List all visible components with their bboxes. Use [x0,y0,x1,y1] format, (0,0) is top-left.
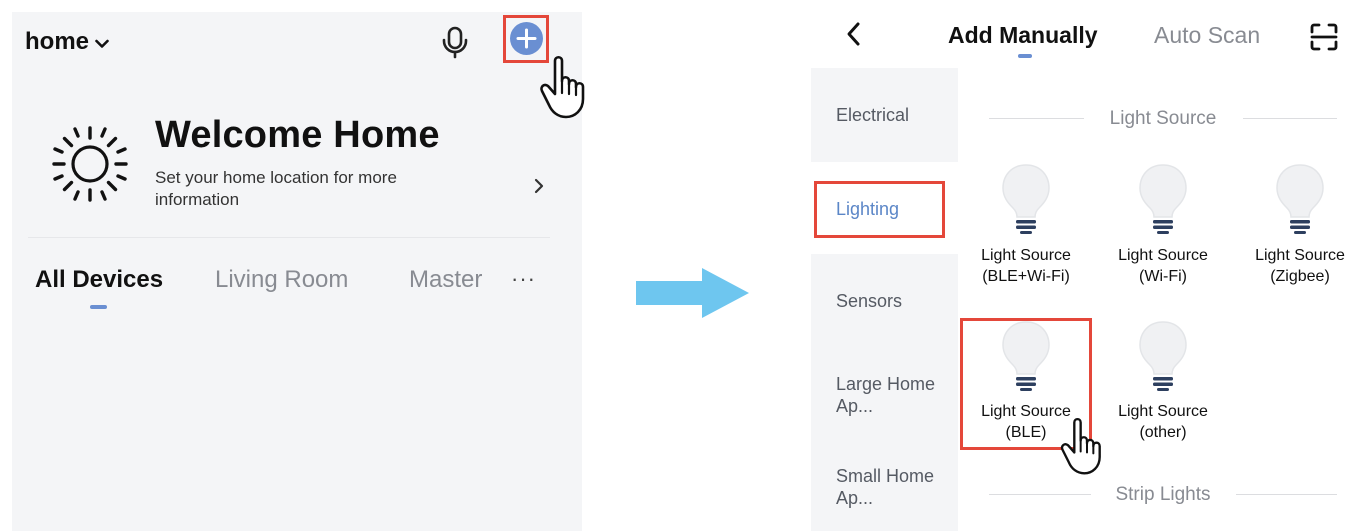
tab-all-devices[interactable]: All Devices [35,266,163,294]
light-bulb-icon[interactable] [1274,163,1326,235]
section-divider [1243,118,1337,119]
device-light-source-zigbee[interactable]: Light Source (Zigbee) [1230,245,1349,287]
tab-master[interactable]: Master [409,266,482,294]
microphone-icon[interactable] [440,25,470,59]
sidebar-item-electrical[interactable]: Electrical [836,104,909,126]
arrow-right-icon [636,268,749,318]
light-bulb-icon[interactable] [1137,320,1189,392]
section-divider [1236,494,1337,495]
sidebar-item-small-home-appliances[interactable]: Small Home Ap... [836,465,936,509]
device-variant: (BLE+Wi-Fi) [982,268,1070,285]
device-light-source-wifi[interactable]: Light Source (Wi-Fi) [1093,245,1233,287]
tab-auto-scan[interactable]: Auto Scan [1154,22,1260,49]
sidebar-item-large-home-appliances[interactable]: Large Home Ap... [836,373,936,417]
device-name: Light Source [1255,247,1345,264]
hand-pointer-icon [540,55,585,119]
plus-icon [516,28,537,49]
home-selector[interactable]: home [25,28,109,56]
device-name: Light Source [1118,247,1208,264]
lighting-highlight [814,181,945,238]
device-name: Light Source [981,247,1071,264]
tab-add-manually[interactable]: Add Manually [948,22,1098,49]
home-label: home [25,28,90,55]
more-tabs-icon[interactable]: ··· [511,266,536,292]
sun-icon [52,126,128,202]
chevron-down-icon [95,39,109,48]
section-title-light-source: Light Source [1109,108,1217,129]
add-device-button[interactable] [510,22,543,55]
welcome-subtitle[interactable]: Set your home location for more informat… [155,167,475,211]
welcome-title: Welcome Home [155,114,440,156]
device-variant: (Wi-Fi) [1139,268,1187,285]
chevron-right-icon[interactable] [532,177,546,195]
section-divider [989,118,1084,119]
chevron-left-icon[interactable] [843,20,865,48]
light-bulb-icon[interactable] [1137,163,1189,235]
device-light-source-ble-wifi[interactable]: Light Source (BLE+Wi-Fi) [956,245,1096,287]
active-tab-indicator [1018,54,1032,58]
section-title-strip-lights: Strip Lights [1115,484,1211,505]
divider [28,237,550,238]
tab-living-room[interactable]: Living Room [215,266,348,294]
light-bulb-icon[interactable] [1000,163,1052,235]
light-bulb-icon[interactable] [1000,320,1052,392]
scan-icon[interactable] [1309,22,1339,52]
device-variant: (Zigbee) [1270,268,1330,285]
hand-pointer-icon [1060,417,1101,475]
sidebar-item-sensors[interactable]: Sensors [836,290,902,312]
section-divider [989,494,1091,495]
active-tab-indicator [90,305,107,309]
